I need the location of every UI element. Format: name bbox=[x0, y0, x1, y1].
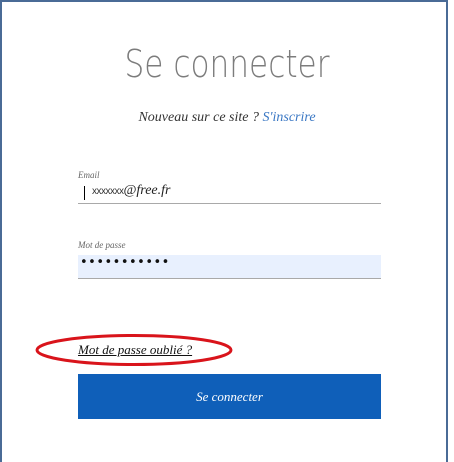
password-label: Mot de passe bbox=[78, 240, 126, 250]
signup-link[interactable]: S'inscrire bbox=[263, 110, 316, 125]
page-title: Se connecter bbox=[124, 42, 330, 86]
email-value-masked: xxxxxxx bbox=[92, 186, 124, 197]
email-label: Email bbox=[78, 170, 100, 180]
login-button[interactable]: Se connecter bbox=[78, 374, 381, 419]
password-field[interactable]: ••••••••••• bbox=[78, 255, 381, 279]
signup-prompt-text: Nouveau sur ce site ? bbox=[138, 110, 259, 125]
text-cursor bbox=[84, 186, 85, 200]
email-value-domain: @free.fr bbox=[123, 183, 171, 198]
email-value: xxxxxxx@free.fr bbox=[92, 183, 170, 199]
signup-prompt-line: Nouveau sur ce site ? S'inscrire bbox=[0, 110, 454, 126]
forgot-password-link[interactable]: Mot de passe oublié ? bbox=[78, 342, 192, 358]
